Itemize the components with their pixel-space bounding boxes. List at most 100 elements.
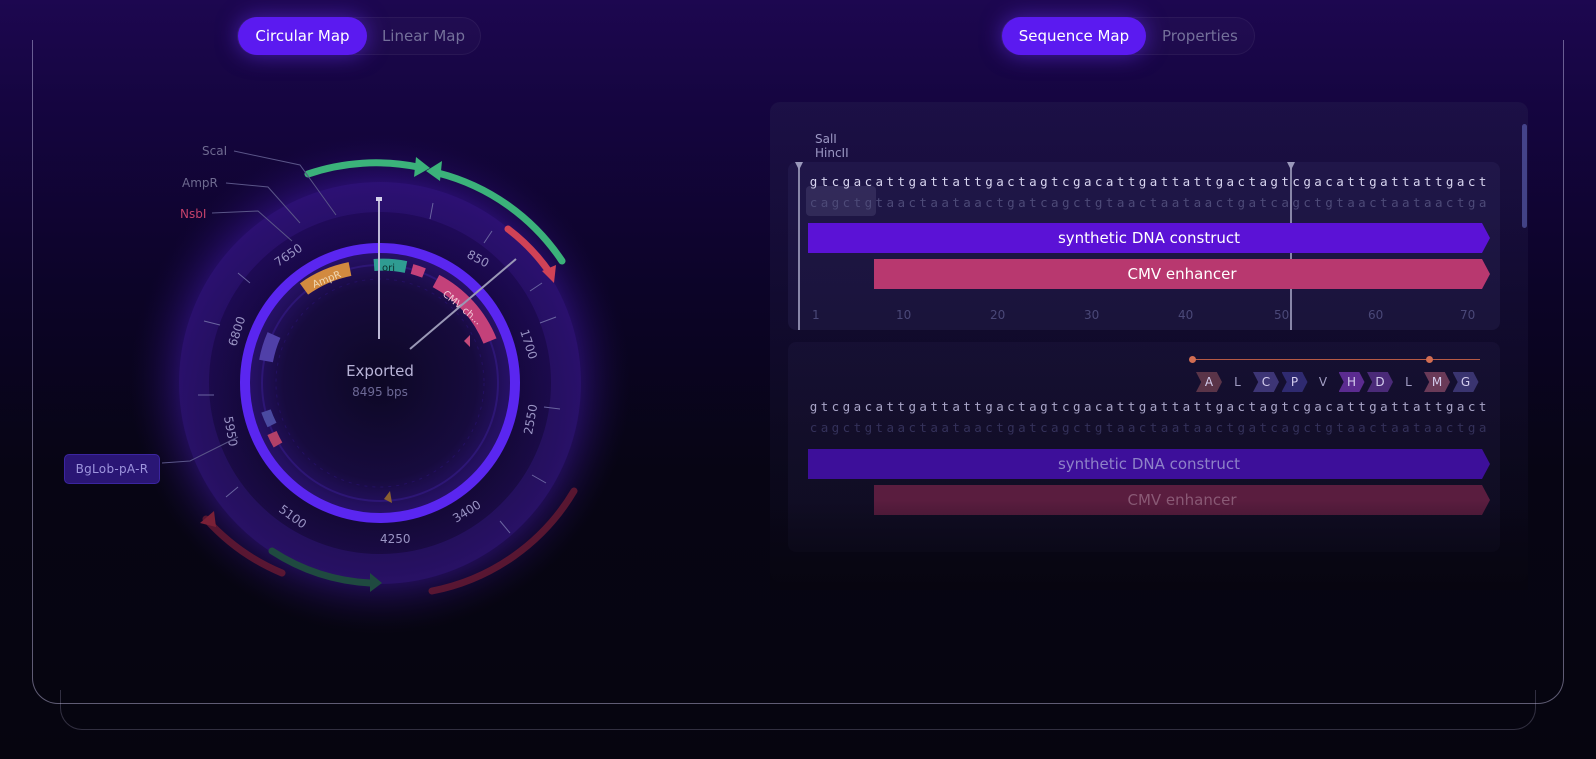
base: t xyxy=(1149,195,1158,210)
base: g xyxy=(1292,420,1300,435)
base: a xyxy=(853,399,862,414)
base: g xyxy=(1270,399,1278,414)
base: a xyxy=(1281,420,1289,435)
amino-acid-l[interactable]: L xyxy=(1396,372,1422,392)
base: c xyxy=(1303,195,1311,210)
enzyme-nsbi[interactable]: NsbI xyxy=(180,207,206,221)
base: c xyxy=(864,174,873,189)
ruler-60: 60 xyxy=(1368,308,1384,322)
seq2-bottom-strand[interactable]: cagctgtaactaataactgatcagctgtaactaataactg… xyxy=(808,420,1488,436)
base: a xyxy=(919,399,927,414)
base: t xyxy=(941,399,949,414)
base: g xyxy=(1007,195,1015,210)
base: t xyxy=(952,420,960,435)
feature-small-pink[interactable] xyxy=(410,264,426,278)
base: a xyxy=(996,399,1004,414)
base: t xyxy=(1029,420,1037,435)
base: g xyxy=(831,420,840,435)
base: c xyxy=(1369,420,1377,435)
base: a xyxy=(1402,195,1410,210)
selection-start-marker[interactable] xyxy=(795,162,803,330)
enzyme-scai[interactable]: ScaI xyxy=(202,144,227,158)
base: g xyxy=(1292,195,1300,210)
amino-acid-v[interactable]: V xyxy=(1310,372,1336,392)
base: g xyxy=(1325,420,1333,435)
seq1-bottom-strand[interactable]: cagctgtaactaataactgatcagctgtaactaataactg… xyxy=(808,195,1488,211)
feature-blue-segment[interactable] xyxy=(259,332,281,363)
base: g xyxy=(1094,420,1103,435)
base: t xyxy=(963,174,971,189)
base: a xyxy=(1456,174,1465,189)
base: c xyxy=(1007,399,1015,414)
base: t xyxy=(897,399,905,414)
tab-circular-map[interactable]: Circular Map xyxy=(238,17,367,55)
base: a xyxy=(952,174,960,189)
callout-bglob-pa-r[interactable]: BgLob-pA-R xyxy=(64,454,160,484)
base: g xyxy=(1303,399,1311,414)
base: c xyxy=(1292,399,1300,414)
base: t xyxy=(1347,174,1355,189)
base: a xyxy=(1051,420,1059,435)
enzyme-site-label[interactable]: SalI HincII xyxy=(815,132,849,160)
base: t xyxy=(1226,195,1235,210)
base: a xyxy=(886,420,895,435)
base: t xyxy=(1380,420,1388,435)
enzyme-sali[interactable]: SalI xyxy=(815,132,849,146)
base: c xyxy=(1072,420,1081,435)
amino-acid-l[interactable]: L xyxy=(1225,372,1251,392)
base: a xyxy=(1358,195,1366,210)
tab-sequence-map[interactable]: Sequence Map xyxy=(1002,17,1146,55)
panel-scrollbar[interactable] xyxy=(1522,124,1527,228)
base: a xyxy=(963,195,971,210)
base: a xyxy=(1127,195,1136,210)
slider-knob-start[interactable] xyxy=(1189,356,1196,363)
enzyme-ampr[interactable]: AmpR xyxy=(182,176,218,190)
base: a xyxy=(1314,399,1322,414)
base: t xyxy=(1259,195,1267,210)
slider-knob-end[interactable] xyxy=(1426,356,1433,363)
detail-view-tabs: Sequence Map Properties xyxy=(1001,17,1255,55)
feature-bar-synthetic-dna-2[interactable]: synthetic DNA construct xyxy=(808,449,1490,479)
base: c xyxy=(1325,399,1333,414)
seq2-top-strand[interactable]: gtcgacattgattattgactagtcgacattgattattgac… xyxy=(808,399,1488,415)
feature-bar-synthetic-dna[interactable]: synthetic DNA construct xyxy=(808,223,1490,253)
base: g xyxy=(1138,174,1147,189)
tab-properties[interactable]: Properties xyxy=(1146,17,1254,55)
base: c xyxy=(831,399,840,414)
feature-small-red[interactable] xyxy=(267,430,283,448)
circular-plasmid-map[interactable]: 850 1700 2550 3400 4250 5100 5950 6800 7… xyxy=(60,95,680,655)
base: a xyxy=(1347,195,1355,210)
base: t xyxy=(853,195,862,210)
base: t xyxy=(1314,195,1322,210)
base: g xyxy=(1369,399,1377,414)
base: t xyxy=(952,195,960,210)
base: g xyxy=(1467,195,1476,210)
base: t xyxy=(1423,399,1432,414)
base: c xyxy=(809,420,818,435)
base: t xyxy=(1149,420,1158,435)
feature-bar-cmv-enhancer[interactable]: CMV enhancer xyxy=(874,259,1490,289)
base: c xyxy=(1445,420,1454,435)
ruler-10: 10 xyxy=(896,308,912,322)
base: a xyxy=(1083,174,1092,189)
base: g xyxy=(1062,420,1070,435)
base: c xyxy=(1138,420,1147,435)
seq1-top-strand[interactable]: gtcgacattgattattgactagtcgacattgattattgac… xyxy=(808,174,1488,190)
base: c xyxy=(1467,174,1476,189)
base: t xyxy=(1204,399,1213,414)
enzyme-hincii[interactable]: HincII xyxy=(815,146,849,160)
base: t xyxy=(1413,195,1421,210)
tab-linear-map[interactable]: Linear Map xyxy=(367,17,480,55)
content-frame-shadow xyxy=(60,690,1536,730)
reading-frame-slider[interactable] xyxy=(1189,356,1480,363)
base: g xyxy=(1237,420,1246,435)
base: a xyxy=(1083,399,1092,414)
ruler-1: 1 xyxy=(812,308,820,322)
base: c xyxy=(1040,195,1048,210)
ruler-20: 20 xyxy=(990,308,1006,322)
base: t xyxy=(1105,420,1114,435)
base: a xyxy=(919,174,927,189)
feature-small-blue[interactable] xyxy=(261,409,277,428)
base: a xyxy=(1226,399,1235,414)
base: t xyxy=(1193,399,1202,414)
